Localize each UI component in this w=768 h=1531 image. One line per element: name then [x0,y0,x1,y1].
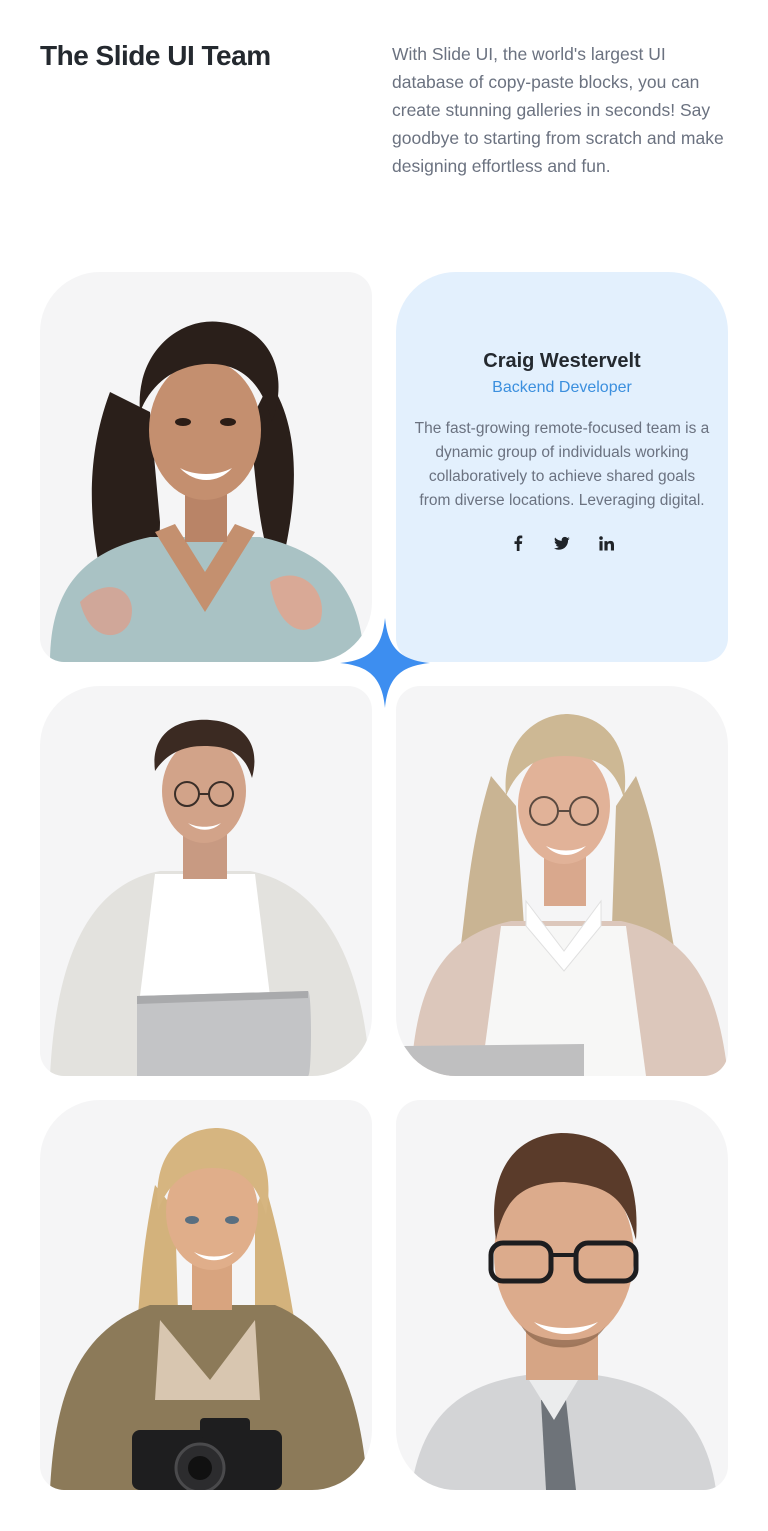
page-title: The Slide UI Team [40,40,271,71]
profile-bio: The fast-growing remote-focused team is … [414,420,710,509]
profile-name: Craig Westervelt [483,350,641,372]
sparkle-icon [340,618,430,708]
intro-text: With Slide UI, the world's largest UI da… [392,44,724,176]
portrait-image [50,719,370,1076]
portrait-image [50,321,364,662]
team-member-card[interactable] [40,272,372,662]
team-member-card[interactable] [396,686,728,1076]
team-member-card[interactable] [396,1100,728,1490]
team-member-card[interactable] [40,686,372,1076]
portrait-image [404,714,728,1076]
twitter-icon[interactable] [554,535,570,551]
profile-card: Craig Westervelt Backend Developer The f… [396,272,728,662]
team-header: The Slide UI Team With Slide UI, the wor… [40,40,728,220]
team-member-card[interactable] [40,1100,372,1490]
portrait-image [50,1128,368,1490]
facebook-icon[interactable] [510,535,526,551]
profile-role: Backend Developer [492,379,632,396]
portrait-image [411,1133,716,1490]
social-links [396,535,728,551]
linkedin-icon[interactable] [598,535,614,551]
